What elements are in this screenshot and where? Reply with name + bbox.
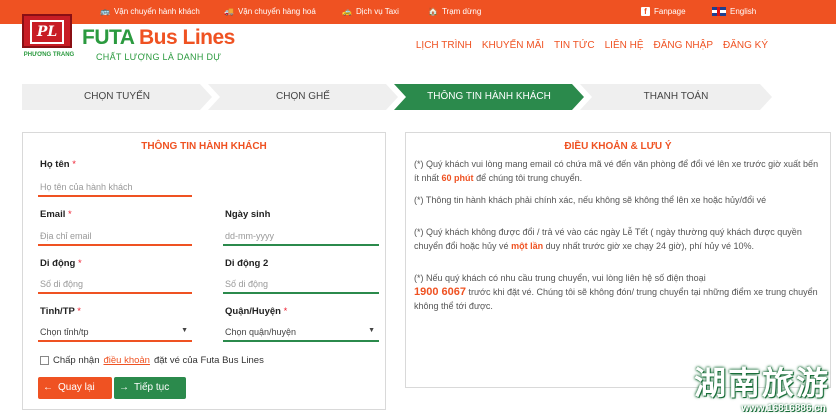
hotline-number: 1900 6067 [414,286,466,298]
brand-suffix: Bus Lines [133,26,235,49]
term-4: (*) Nếu quý khách có nhu cầu trung chuyể… [414,273,818,311]
email-input[interactable]: Địa chỉ email [38,226,192,246]
accept-checkbox[interactable] [40,356,49,365]
dob-label: Ngày sinh [225,209,271,220]
accept-suffix: đặt vé của Futa Bus Lines [153,355,264,366]
term-3: (*) Quý khách không được đổi / trả vé và… [414,227,802,251]
province-selected: Chọn tỉnh/tp [40,327,89,337]
brand-prefix: FUTA [82,26,134,49]
phone-label: Di động * [40,258,82,269]
booking-steps: CHỌN TUYẾN CHỌN GHẾ THÔNG TIN HÀNH KHÁCH… [22,84,772,110]
term-2: (*) Thông tin hành khách phải chính xác,… [414,195,767,205]
topbar-link-passenger[interactable]: 🚌 Vận chuyển hành khách [100,7,200,16]
topbar-link-label: Dịch vụ Taxi [355,7,399,16]
car-icon: 🚕 [342,7,352,16]
form-title: THÔNG TIN HÀNH KHÁCH [141,141,267,152]
name-placeholder: Họ tên của hành khách [40,182,133,192]
uk-flag-icon [712,7,726,16]
facebook-icon: f [641,7,650,16]
dob-placeholder: dd-mm-yyyy [225,231,274,241]
terms-accept-row: Chấp nhận điều khoản đặt vé của Futa Bus… [40,355,264,366]
topbar-link-station[interactable]: 🏠 Trạm dừng [428,7,481,16]
watermark-text: 湖南旅游 [693,364,830,402]
nav-promotions[interactable]: KHUYẾN MÃI [482,40,544,51]
bus-icon: 🚌 [100,7,110,16]
phone2-label: Di động 2 [225,258,269,269]
fanpage-link[interactable]: f Fanpage [641,7,686,16]
truck-icon: 🚚 [224,7,234,16]
next-button[interactable]: → Tiếp tục [114,377,186,399]
logo-mark: PL [30,20,64,44]
nav-contact[interactable]: LIÊN HỆ [605,40,644,51]
phone-placeholder: Số di động [40,279,84,289]
district-label: Quận/Huyện * [225,306,288,317]
dob-input[interactable]: dd-mm-yyyy [223,226,379,246]
logo-subtext: PHƯƠNG TRANG [23,52,75,58]
province-select[interactable]: Chọn tỉnh/tp ▼ [38,322,192,342]
brand-name: FUTA Bus Lines [82,26,235,50]
logo-emblem: PL [22,14,72,48]
language-label: English [730,7,757,16]
passenger-form: THÔNG TIN HÀNH KHÁCH [22,132,386,410]
email-placeholder: Địa chỉ email [40,231,92,241]
back-button[interactable]: ← Quay lại [38,377,112,399]
topbar-link-label: Vận chuyển hàng hoá [237,7,316,16]
topbar-link-taxi[interactable]: 🚕 Dịch vụ Taxi [342,7,399,16]
language-switch[interactable]: English [712,7,756,16]
main-nav: LỊCH TRÌNH KHUYẾN MÃI TIN TỨC LIÊN HỆ ĐĂ… [416,40,768,51]
nav-login[interactable]: ĐĂNG NHẬP [654,40,713,51]
watermark-url: www.16816886.cn [741,403,826,414]
nav-schedule[interactable]: LỊCH TRÌNH [416,40,472,51]
nav-register[interactable]: ĐĂNG KÝ [723,40,768,51]
district-select[interactable]: Chọn quận/huyện ▼ [223,322,379,342]
phone-input[interactable]: Số di động [38,274,192,294]
step-payment[interactable]: THANH TOÁN [580,84,772,110]
phone2-input[interactable]: Số di động [223,274,379,294]
arrow-right-icon: → [119,382,129,393]
step-choose-route[interactable]: CHỌN TUYẾN [22,84,212,110]
email-label: Email * [40,209,72,220]
terms-link[interactable]: điều khoản [103,355,149,366]
accept-prefix: Chấp nhận [53,355,100,366]
caret-down-icon: ▼ [368,327,375,334]
name-input[interactable]: Họ tên của hành khách [38,177,192,197]
province-label: Tỉnh/TP * [40,306,81,317]
top-bar: 🚌 Vận chuyển hành khách 🚚 Vận chuyển hàn… [0,0,836,24]
district-selected: Chọn quận/huyện [225,327,297,337]
tagline: CHẤT LƯỢNG LÀ DANH DỰ [96,52,222,62]
back-label: Quay lại [58,382,95,393]
term-1: (*) Quý khách vui lòng mang email có chứ… [414,159,819,183]
watermark: 湖南旅游 www.16816886.cn [654,356,830,414]
logo[interactable]: PL PHƯƠNG TRANG [22,14,76,60]
step-passenger-info[interactable]: THÔNG TIN HÀNH KHÁCH [394,84,584,110]
terms-panel: ĐIỀU KHOẢN & LƯU Ý (*) Quý khách vui lòn… [405,132,831,388]
nav-news[interactable]: TIN TỨC [554,40,595,51]
caret-down-icon: ▼ [181,327,188,334]
station-icon: 🏠 [428,7,438,16]
fanpage-label: Fanpage [654,7,686,16]
topbar-link-label: Trạm dừng [441,7,482,16]
topbar-link-cargo[interactable]: 🚚 Vận chuyển hàng hoá [224,7,316,16]
step-choose-seat[interactable]: CHỌN GHẾ [208,84,398,110]
phone2-placeholder: Số di động [225,279,269,289]
name-label: Họ tên * [40,159,76,170]
next-label: Tiếp tục [134,382,170,393]
terms-title: ĐIỀU KHOẢN & LƯU Ý [564,141,672,152]
topbar-link-label: Vận chuyển hành khách [113,7,200,16]
arrow-left-icon: ← [43,382,53,393]
